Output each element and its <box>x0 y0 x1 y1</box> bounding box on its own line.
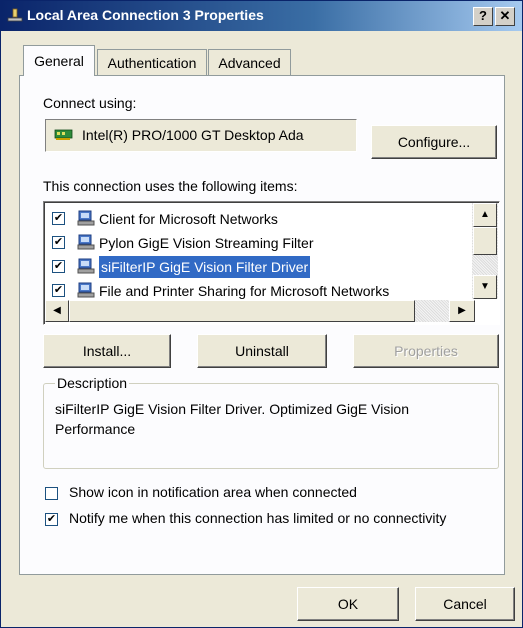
item-label: siFilterIP GigE Vision Filter Driver <box>97 255 312 279</box>
install-label: Install... <box>82 343 132 359</box>
ok-label: OK <box>337 596 359 612</box>
description-legend: Description <box>55 375 130 391</box>
tab-advanced[interactable]: Advanced <box>208 49 291 75</box>
up-arrow-icon: ▲ <box>480 209 490 220</box>
network-service-icon <box>77 234 95 250</box>
description-text-line-2: Performance <box>55 421 136 437</box>
configure-label: Configure... <box>397 134 471 150</box>
scroll-up-button[interactable]: ▲ <box>473 203 497 227</box>
item-checkbox[interactable]: ✔ <box>52 236 65 249</box>
show-icon-label[interactable]: Show icon in notification area when conn… <box>69 484 357 500</box>
close-icon: ✕ <box>499 8 511 23</box>
scroll-thumb[interactable] <box>69 300 415 322</box>
down-arrow-icon: ▼ <box>480 281 490 292</box>
left-arrow-icon: ◀ <box>53 305 61 316</box>
horizontal-scrollbar[interactable]: ◀ ▶ <box>45 300 475 322</box>
properties-label: Properties <box>394 343 458 359</box>
scroll-down-button[interactable]: ▼ <box>473 275 497 299</box>
tab-general[interactable]: General <box>23 45 95 76</box>
right-arrow-icon: ▶ <box>458 305 466 316</box>
vertical-scrollbar[interactable]: ▲ ▼ <box>472 203 498 299</box>
item-label: Pylon GigE Vision Streaming Filter <box>99 235 314 251</box>
cancel-button[interactable]: Cancel <box>415 587 515 621</box>
notify-label[interactable]: Notify me when this connection has limit… <box>69 510 446 526</box>
adapter-display: Intel(R) PRO/1000 GT Desktop Ada <box>45 119 357 152</box>
help-button[interactable]: ? <box>473 7 493 26</box>
notify-checkbox[interactable]: ✔ <box>45 513 58 526</box>
tab-general-label: General <box>34 53 84 69</box>
item-checkbox[interactable]: ✔ <box>52 284 65 297</box>
tab-authentication[interactable]: Authentication <box>97 49 207 75</box>
tab-advanced-label: Advanced <box>218 55 281 71</box>
item-label: Client for Microsoft Networks <box>99 211 278 227</box>
scroll-thumb[interactable] <box>473 227 497 255</box>
scroll-left-button[interactable]: ◀ <box>45 300 69 322</box>
properties-button[interactable]: Properties <box>353 334 499 368</box>
adapter-name: Intel(R) PRO/1000 GT Desktop Ada <box>82 127 304 143</box>
close-button[interactable]: ✕ <box>495 7 515 26</box>
configure-button[interactable]: Configure... <box>371 125 497 159</box>
uninstall-label: Uninstall <box>235 343 289 359</box>
window-title: Local Area Connection 3 Properties <box>27 7 264 23</box>
network-adapter-icon <box>54 129 73 140</box>
show-icon-checkbox[interactable] <box>45 487 58 500</box>
network-service-icon <box>77 258 95 274</box>
description-text-line-1: siFilterIP GigE Vision Filter Driver. Op… <box>55 401 410 417</box>
network-client-icon <box>77 210 95 226</box>
item-checkbox[interactable]: ✔ <box>52 260 65 273</box>
item-checkbox[interactable]: ✔ <box>52 212 65 225</box>
network-connection-icon <box>7 8 23 22</box>
connect-using-label: Connect using: <box>43 95 137 111</box>
item-label: File and Printer Sharing for Microsoft N… <box>99 283 390 299</box>
items-label: This connection uses the following items… <box>43 178 298 194</box>
tab-authentication-label: Authentication <box>107 55 197 71</box>
properties-dialog: Local Area Connection 3 Properties ? ✕ G… <box>0 0 523 628</box>
scroll-right-button[interactable]: ▶ <box>449 300 475 322</box>
ok-button[interactable]: OK <box>297 587 399 621</box>
uninstall-button[interactable]: Uninstall <box>197 334 327 368</box>
install-button[interactable]: Install... <box>43 334 171 368</box>
network-service-icon <box>77 282 95 298</box>
cancel-label: Cancel <box>443 596 487 612</box>
title-bar[interactable]: Local Area Connection 3 Properties ? ✕ <box>1 1 522 31</box>
